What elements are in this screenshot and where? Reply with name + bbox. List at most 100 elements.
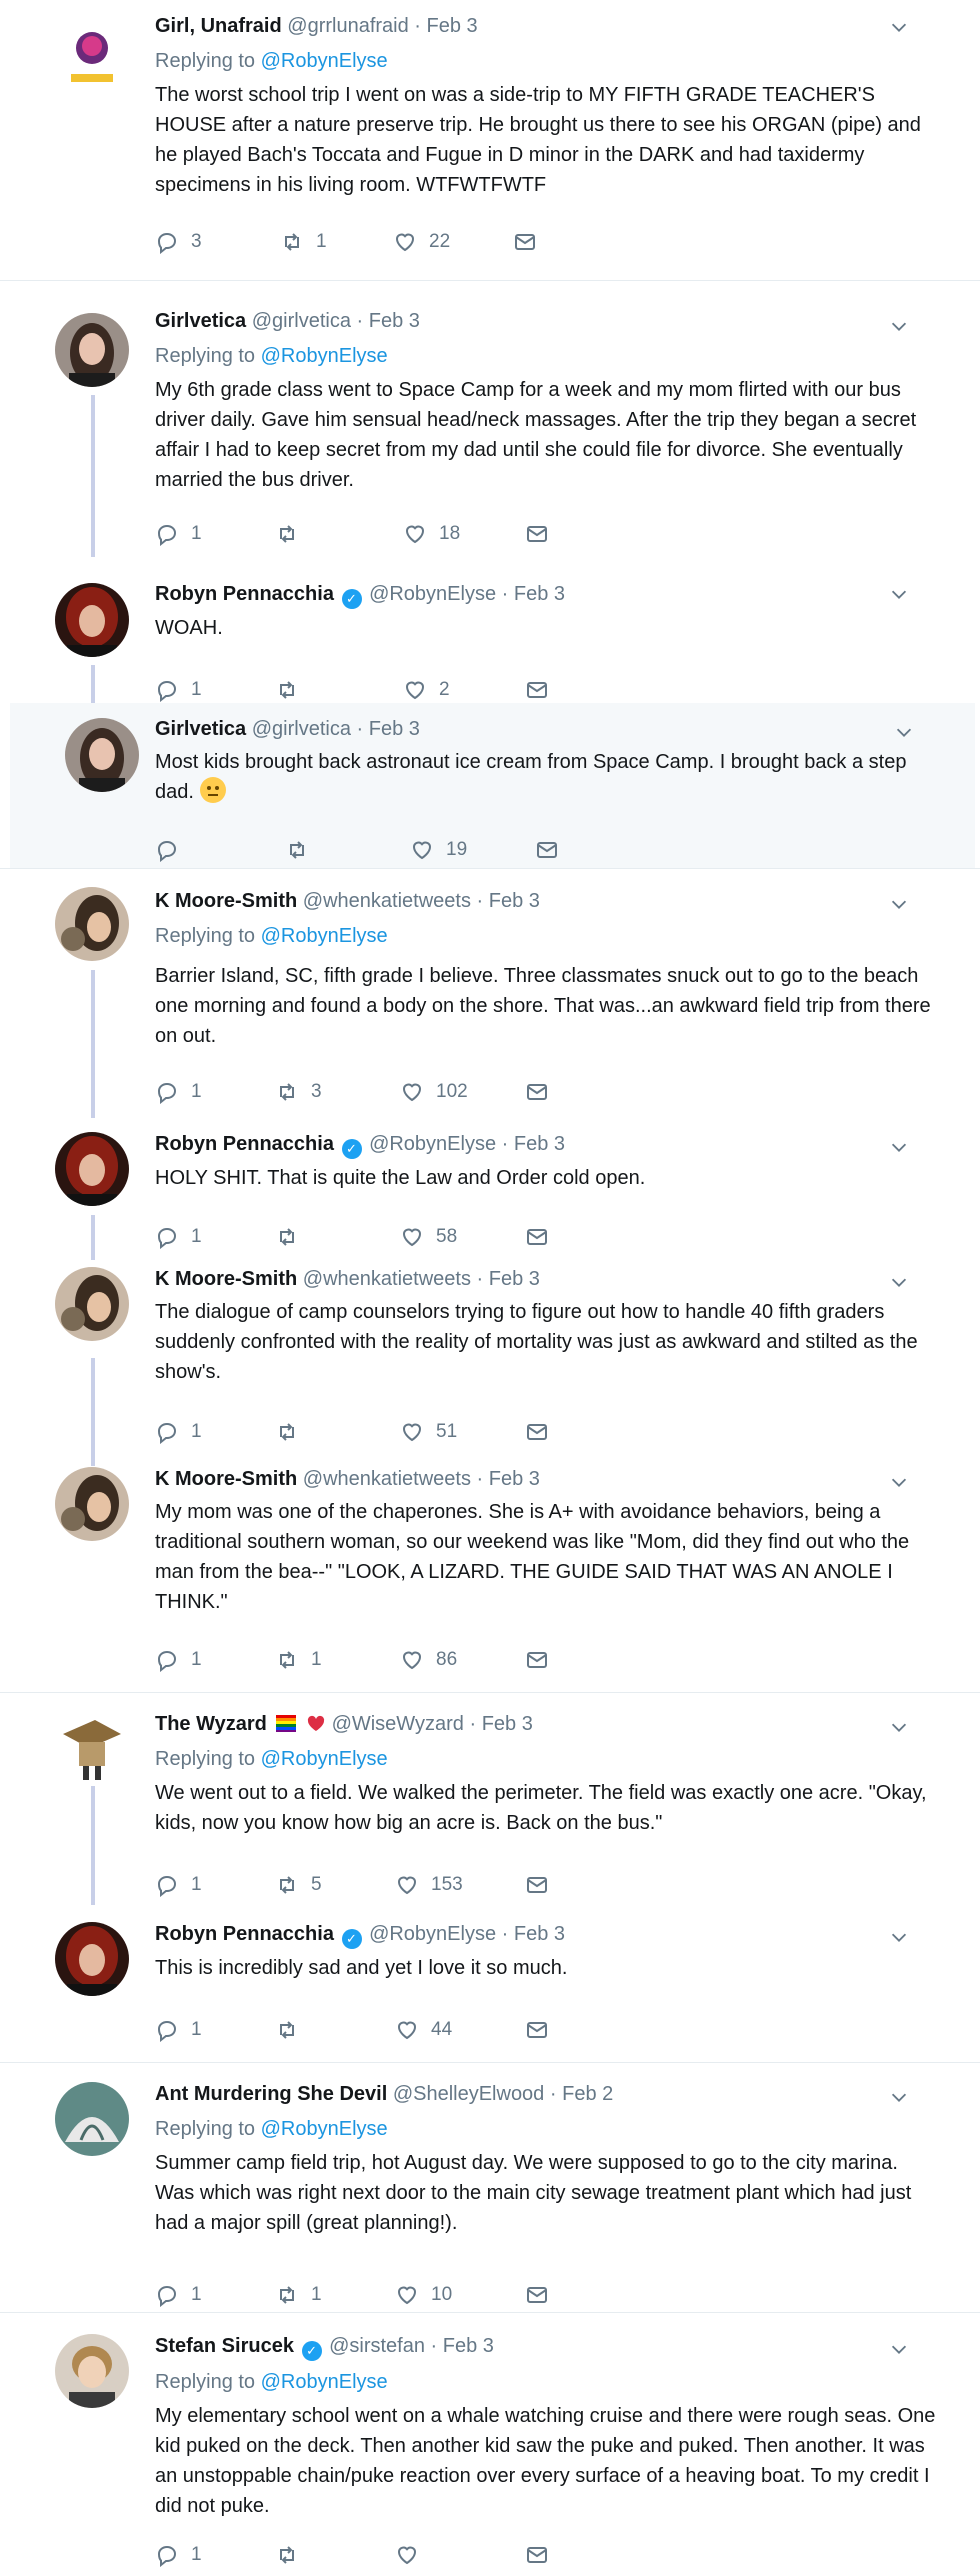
timestamp[interactable]: Feb 2 [562,2083,613,2105]
avatar[interactable] [65,718,139,792]
avatar[interactable] [55,18,129,92]
chevron-down-icon[interactable] [888,1136,910,1158]
timestamp[interactable]: Feb 3 [489,1268,540,1290]
display-name[interactable]: Girlvetica [155,718,246,740]
timestamp[interactable]: Feb 3 [514,1923,565,1945]
timestamp[interactable]: Feb 3 [489,1468,540,1490]
reply-button[interactable]: 1 [155,675,202,705]
user-handle[interactable]: @whenkatietweets [303,1468,471,1490]
user-handle[interactable]: @grrlunafraid [287,15,408,37]
like-button[interactable]: 58 [400,1222,457,1252]
reply-handle-link[interactable]: @RobynElyse [261,1748,388,1770]
display-name[interactable]: Robyn Pennacchia [155,583,334,605]
timestamp[interactable]: Feb 3 [489,890,540,912]
display-name[interactable]: K Moore-Smith [155,1468,297,1490]
direct-message-button[interactable] [513,227,537,257]
retweet-button[interactable] [275,1417,311,1447]
like-button[interactable]: 18 [403,519,460,549]
user-handle[interactable]: @RobynElyse [369,583,496,605]
tweet[interactable]: Girl, Unafraid @grrlunafraid · Feb 3 Rep… [0,0,980,280]
like-button[interactable]: 102 [400,1077,468,1107]
reply-handle-link[interactable]: @RobynElyse [261,925,388,947]
chevron-down-icon[interactable] [888,315,910,337]
timestamp[interactable]: Feb 3 [369,310,420,332]
timestamp[interactable]: Feb 3 [514,1133,565,1155]
timestamp[interactable]: Feb 3 [443,2335,494,2357]
avatar[interactable] [55,2334,129,2408]
tweet[interactable]: The Wyzard @WiseWyzard · Feb 3 Replying … [0,1700,980,1900]
reply-button[interactable]: 1 [155,1417,202,1447]
tweet[interactable]: K Moore-Smith @whenkatietweets · Feb 3 M… [0,1455,980,1690]
chevron-down-icon[interactable] [888,2338,910,2360]
user-handle[interactable]: @whenkatietweets [303,1268,471,1290]
display-name[interactable]: Robyn Pennacchia [155,1923,334,1945]
display-name[interactable]: The Wyzard [155,1713,267,1735]
reply-button[interactable]: 1 [155,2280,202,2310]
like-button[interactable]: 2 [403,675,450,705]
like-button[interactable]: 22 [393,227,450,257]
user-handle[interactable]: @sirstefan [329,2335,425,2357]
retweet-button[interactable]: 1 [275,2280,322,2310]
retweet-button[interactable]: 5 [275,1870,322,1900]
direct-message-button[interactable] [525,2280,549,2310]
direct-message-button[interactable] [525,1417,549,1447]
reply-button[interactable]: 1 [155,1870,202,1900]
reply-button[interactable]: 1 [155,1077,202,1107]
retweet-button[interactable] [275,519,311,549]
direct-message-button[interactable] [525,1645,549,1675]
direct-message-button[interactable] [525,1222,549,1252]
retweet-button[interactable] [275,675,311,705]
retweet-button[interactable] [275,1222,311,1252]
reply-button[interactable]: 1 [155,519,202,549]
direct-message-button[interactable] [525,519,549,549]
reply-button[interactable]: 3 [155,227,202,257]
retweet-button[interactable]: 1 [275,1645,322,1675]
avatar[interactable] [55,1712,129,1786]
display-name[interactable]: Ant Murdering She Devil [155,2083,387,2105]
direct-message-button[interactable] [535,835,559,865]
tweet[interactable]: Ant Murdering She Devil @ShelleyElwood ·… [0,2070,980,2310]
retweet-button[interactable]: 3 [275,1077,322,1107]
reply-button[interactable]: 1 [155,1645,202,1675]
user-handle[interactable]: @RobynElyse [369,1133,496,1155]
like-button[interactable]: 10 [395,2280,452,2310]
user-handle[interactable]: @WiseWyzard [332,1713,464,1735]
chevron-down-icon[interactable] [888,1716,910,1738]
timestamp[interactable]: Feb 3 [427,15,478,37]
user-handle[interactable]: @girlvetica [252,718,351,740]
chevron-down-icon[interactable] [888,16,910,38]
chevron-down-icon[interactable] [888,2086,910,2108]
tweet[interactable]: Robyn Pennacchia ✓ @RobynElyse · Feb 3 H… [0,1120,980,1250]
reply-handle-link[interactable]: @RobynElyse [261,345,388,367]
reply-handle-link[interactable]: @RobynElyse [261,2371,388,2393]
chevron-down-icon[interactable] [888,893,910,915]
direct-message-button[interactable] [525,2015,549,2045]
display-name[interactable]: K Moore-Smith [155,1268,297,1290]
user-handle[interactable]: @whenkatietweets [303,890,471,912]
tweet[interactable]: Robyn Pennacchia ✓ @RobynElyse · Feb 3 W… [0,565,980,702]
display-name[interactable]: Girlvetica [155,310,246,332]
tweet[interactable]: Girlvetica @girlvetica · Feb 3 Replying … [0,295,980,560]
display-name[interactable]: Robyn Pennacchia [155,1133,334,1155]
like-button[interactable]: 51 [400,1417,457,1447]
chevron-down-icon[interactable] [888,1926,910,1948]
like-button[interactable]: 19 [410,835,467,865]
like-button[interactable]: 153 [395,1870,463,1900]
reply-button[interactable] [155,835,191,865]
timestamp[interactable]: Feb 3 [482,1713,533,1735]
avatar[interactable] [55,313,129,387]
chevron-down-icon[interactable] [888,1271,910,1293]
display-name[interactable]: K Moore-Smith [155,890,297,912]
user-handle[interactable]: @girlvetica [252,310,351,332]
avatar[interactable] [55,1922,129,1996]
retweet-button[interactable]: 1 [280,227,327,257]
chevron-down-icon[interactable] [893,721,915,743]
display-name[interactable]: Girl, Unafraid [155,15,282,37]
like-button[interactable]: 86 [400,1645,457,1675]
avatar[interactable] [55,583,129,657]
reply-handle-link[interactable]: @RobynElyse [261,50,388,72]
chevron-down-icon[interactable] [888,583,910,605]
reply-button[interactable]: 1 [155,2015,202,2045]
reply-button[interactable]: 1 [155,1222,202,1252]
avatar[interactable] [55,1267,129,1341]
